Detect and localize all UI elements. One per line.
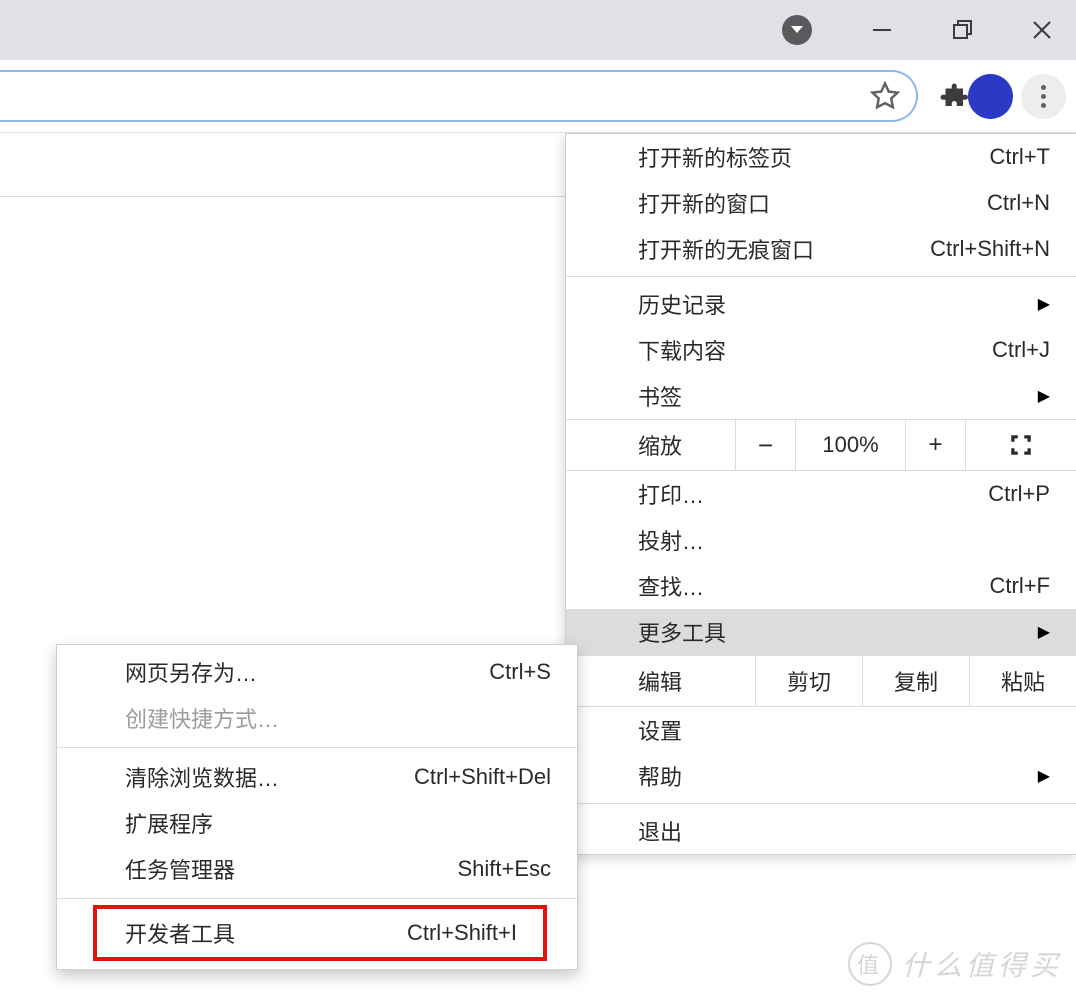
content-divider <box>0 196 565 197</box>
submenu-label: 创建快捷方式… <box>125 702 279 734</box>
watermark-icon: 值 <box>848 942 892 986</box>
watermark: 值 什么值得买 <box>848 942 1062 986</box>
extensions-icon[interactable] <box>938 81 968 111</box>
menu-shortcut: Ctrl+N <box>987 190 1050 216</box>
submenu-shortcut: Shift+Esc <box>457 856 551 882</box>
submenu-label: 清除浏览数据… <box>125 761 279 793</box>
submenu-save-as[interactable]: 网页另存为… Ctrl+S <box>57 649 577 695</box>
menu-label: 打开新的无痕窗口 <box>638 233 814 265</box>
submenu-task-manager[interactable]: 任务管理器 Shift+Esc <box>57 846 577 892</box>
menu-shortcut: Ctrl+Shift+N <box>930 236 1050 262</box>
edit-row: 编辑 剪切 复制 粘贴 <box>566 655 1076 707</box>
submenu-arrow-icon: ▶ <box>1038 294 1050 314</box>
menu-settings[interactable]: 设置 <box>566 707 1076 753</box>
submenu-label: 网页另存为… <box>125 656 257 688</box>
menu-new-window[interactable]: 打开新的窗口 Ctrl+N <box>566 180 1076 226</box>
submenu-shortcut: Ctrl+S <box>489 659 551 685</box>
edit-paste-button[interactable]: 粘贴 <box>970 656 1076 706</box>
submenu-label: 任务管理器 <box>125 853 235 885</box>
menu-cast[interactable]: 投射… <box>566 517 1076 563</box>
menu-label: 更多工具 <box>638 616 726 648</box>
menu-shortcut: Ctrl+T <box>990 144 1051 170</box>
menu-label: 打开新的窗口 <box>638 187 770 219</box>
submenu-create-shortcut: 创建快捷方式… <box>57 695 577 741</box>
menu-label: 投射… <box>638 524 704 556</box>
menu-shortcut: Ctrl+P <box>988 481 1050 507</box>
submenu-separator <box>57 747 577 748</box>
watermark-text: 什么值得买 <box>902 944 1062 984</box>
menu-label: 下载内容 <box>638 334 726 366</box>
zoom-in-button[interactable]: + <box>906 420 966 470</box>
submenu-label: 开发者工具 <box>125 917 235 949</box>
main-menu-button[interactable] <box>1021 74 1066 119</box>
menu-new-tab[interactable]: 打开新的标签页 Ctrl+T <box>566 134 1076 180</box>
menu-bookmarks[interactable]: 书签 ▶ <box>566 373 1076 419</box>
menu-shortcut: Ctrl+F <box>990 573 1051 599</box>
menu-more-tools[interactable]: 更多工具 ▶ <box>566 609 1076 655</box>
zoom-level: 100% <box>796 420 906 470</box>
menu-history[interactable]: 历史记录 ▶ <box>566 281 1076 327</box>
tab-strip <box>0 0 1076 60</box>
submenu-separator <box>57 898 577 899</box>
minimize-button[interactable] <box>862 10 902 50</box>
zoom-out-button[interactable]: − <box>736 420 796 470</box>
menu-new-incognito[interactable]: 打开新的无痕窗口 Ctrl+Shift+N <box>566 226 1076 272</box>
menu-help[interactable]: 帮助 ▶ <box>566 753 1076 799</box>
submenu-extensions[interactable]: 扩展程序 <box>57 800 577 846</box>
menu-exit[interactable]: 退出 <box>566 808 1076 854</box>
submenu-developer-tools[interactable]: 开发者工具 Ctrl+Shift+I <box>93 905 547 961</box>
zoom-label: 缩放 <box>566 420 736 470</box>
menu-label: 书签 <box>638 380 682 412</box>
address-bar[interactable] <box>0 70 918 122</box>
submenu-shortcut: Ctrl+Shift+Del <box>414 764 551 790</box>
menu-separator <box>566 276 1076 277</box>
profile-avatar[interactable] <box>968 74 1013 119</box>
submenu-arrow-icon: ▶ <box>1038 386 1050 406</box>
submenu-label: 扩展程序 <box>125 807 213 839</box>
menu-label: 帮助 <box>638 760 682 792</box>
edit-copy-button[interactable]: 复制 <box>863 656 970 706</box>
menu-print[interactable]: 打印… Ctrl+P <box>566 471 1076 517</box>
fullscreen-icon <box>1008 432 1034 458</box>
submenu-arrow-icon: ▶ <box>1038 766 1050 786</box>
maximize-button[interactable] <box>942 10 982 50</box>
close-button[interactable] <box>1022 10 1062 50</box>
menu-label: 设置 <box>638 714 682 746</box>
browser-toolbar <box>0 60 1076 133</box>
main-menu: 打开新的标签页 Ctrl+T 打开新的窗口 Ctrl+N 打开新的无痕窗口 Ct… <box>565 133 1076 855</box>
menu-find[interactable]: 查找… Ctrl+F <box>566 563 1076 609</box>
menu-label: 打开新的标签页 <box>638 141 792 173</box>
menu-separator <box>566 803 1076 804</box>
tab-dropdown-icon[interactable] <box>782 15 812 45</box>
menu-shortcut: Ctrl+J <box>992 337 1050 363</box>
zoom-row: 缩放 − 100% + <box>566 419 1076 471</box>
submenu-arrow-icon: ▶ <box>1038 622 1050 642</box>
edit-cut-button[interactable]: 剪切 <box>756 656 863 706</box>
menu-downloads[interactable]: 下载内容 Ctrl+J <box>566 327 1076 373</box>
more-tools-submenu: 网页另存为… Ctrl+S 创建快捷方式… 清除浏览数据… Ctrl+Shift… <box>56 644 578 970</box>
menu-label: 历史记录 <box>638 288 726 320</box>
bookmark-star-icon[interactable] <box>870 81 900 111</box>
menu-label: 退出 <box>638 815 682 847</box>
submenu-shortcut: Ctrl+Shift+I <box>407 920 517 946</box>
fullscreen-button[interactable] <box>966 420 1076 470</box>
menu-label: 打印… <box>638 478 704 510</box>
menu-label: 查找… <box>638 570 704 602</box>
submenu-clear-data[interactable]: 清除浏览数据… Ctrl+Shift+Del <box>57 754 577 800</box>
edit-label: 编辑 <box>566 656 756 706</box>
